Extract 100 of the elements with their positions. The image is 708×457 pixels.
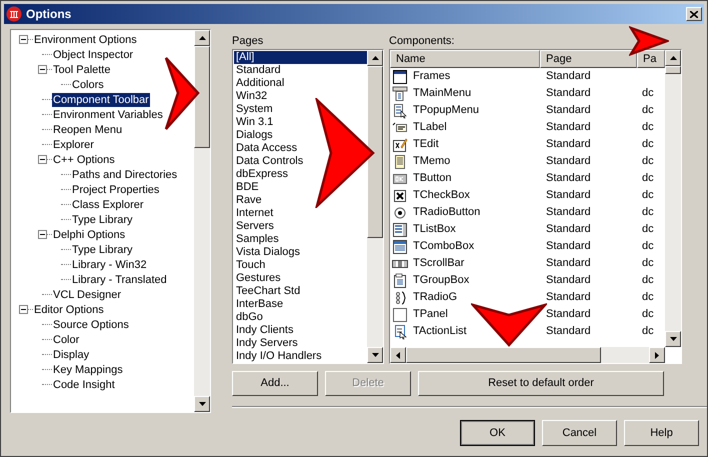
scroll-up-button[interactable] — [194, 30, 210, 46]
tree-item[interactable]: Key Mappings — [52, 362, 124, 376]
triangle-right-icon — [655, 352, 659, 358]
tree-item[interactable]: Colors — [71, 78, 105, 92]
tree-item[interactable]: Delphi Options — [52, 228, 126, 242]
table-cell-text: TEdit — [413, 137, 439, 152]
page-item[interactable]: Data Access — [234, 142, 300, 155]
page-item[interactable]: dbGo — [234, 311, 265, 324]
page-item[interactable]: dbExpress — [234, 168, 290, 181]
component-icon — [392, 188, 408, 204]
table-cell-text: TComboBox — [413, 239, 474, 254]
component-icon — [392, 272, 408, 288]
table-cell: Standard — [546, 138, 591, 150]
page-item[interactable]: BDE — [234, 181, 261, 194]
close-button[interactable] — [686, 7, 702, 21]
collapse-icon[interactable] — [38, 230, 47, 239]
scroll-up-button[interactable] — [367, 50, 383, 66]
tree-item[interactable]: Reopen Menu — [52, 122, 124, 136]
page-item[interactable]: Indy I/O Handlers — [234, 350, 324, 363]
tree-item[interactable]: Object Inspector — [52, 48, 134, 62]
table-cell: Standard — [546, 240, 591, 252]
table-cell: Standard — [546, 172, 591, 184]
table-cell-text: dc — [642, 86, 654, 102]
tree-item[interactable]: Tool Palette — [52, 62, 112, 76]
scroll-thumb[interactable] — [367, 66, 383, 238]
scroll-up-button[interactable] — [665, 50, 681, 66]
action-button[interactable]: Add... — [232, 371, 318, 396]
page-item[interactable]: Dialogs — [234, 129, 275, 142]
scroll-down-button[interactable] — [367, 347, 383, 363]
dialog-button[interactable]: Cancel — [542, 420, 617, 446]
column-header[interactable]: Pa — [637, 50, 665, 68]
tree-item[interactable]: Source Options — [52, 318, 130, 332]
component-icon — [392, 306, 408, 322]
tree-item[interactable]: Environment Variables — [52, 108, 164, 122]
page-item[interactable]: TeeChart Std — [234, 285, 302, 298]
table-cell-text: TLabel — [413, 120, 447, 136]
dialog-button[interactable]: OK — [460, 420, 535, 446]
table-cell-text: dc — [642, 205, 654, 220]
table-cell-text: dc — [642, 324, 654, 340]
page-item[interactable]: Touch — [234, 259, 268, 272]
tree-item[interactable]: Project Properties — [71, 182, 160, 196]
tree-item[interactable]: Code Insight — [52, 378, 116, 392]
triangle-down-icon — [670, 337, 676, 341]
scroll-thumb[interactable] — [406, 347, 601, 363]
tree-item[interactable]: Environment Options — [33, 32, 138, 46]
column-header[interactable]: Name — [390, 50, 540, 68]
page-item[interactable]: Internet — [234, 207, 276, 220]
scroll-right-button[interactable] — [649, 347, 665, 363]
collapse-icon[interactable] — [38, 155, 47, 164]
tree-item[interactable]: Editor Options — [33, 302, 105, 316]
page-item[interactable]: Servers — [234, 220, 276, 233]
page-item[interactable]: System — [234, 103, 275, 116]
tree-item[interactable]: Library - Win32 — [71, 258, 148, 272]
tree-item[interactable]: VCL Designer — [52, 288, 122, 302]
page-item[interactable]: Indy Clients — [234, 324, 296, 337]
triangle-up-icon — [670, 56, 676, 60]
dialog-button[interactable]: Help — [624, 420, 699, 446]
page-item[interactable]: Rave — [234, 194, 264, 207]
tree-item[interactable]: Type Library — [71, 242, 134, 256]
table-cell-text: dc — [642, 273, 654, 288]
action-button[interactable]: Reset to default order — [418, 371, 664, 396]
scroll-down-button[interactable] — [665, 331, 681, 347]
component-icon — [392, 222, 408, 238]
components-label: Components: — [389, 34, 456, 48]
page-item[interactable]: InterBase — [234, 298, 286, 311]
page-item[interactable]: Standard — [234, 64, 283, 77]
table-cell-text: TListBox — [413, 222, 456, 238]
page-item[interactable]: [All] — [234, 51, 367, 64]
tree-item[interactable]: Component Toolbar — [52, 92, 150, 106]
scroll-down-button[interactable] — [194, 396, 210, 412]
tree-item[interactable]: Display — [52, 348, 90, 362]
table-cell: Standard — [546, 223, 591, 236]
page-item[interactable]: Indy Servers — [234, 337, 300, 350]
collapse-icon[interactable] — [38, 65, 47, 74]
collapse-icon[interactable] — [19, 305, 28, 314]
page-item[interactable]: Additional — [234, 77, 286, 90]
triangle-up-icon — [372, 56, 378, 60]
tree-item[interactable]: Explorer — [52, 138, 95, 152]
page-item[interactable]: Vista Dialogs — [234, 246, 302, 259]
column-header[interactable]: Page — [540, 50, 637, 68]
collapse-icon[interactable] — [19, 35, 28, 44]
page-item[interactable]: Gestures — [234, 272, 283, 285]
tree-item[interactable]: Library - Translated — [71, 272, 168, 286]
scroll-left-button[interactable] — [390, 347, 406, 363]
tree-item[interactable]: Class Explorer — [71, 198, 145, 212]
triangle-down-icon — [372, 353, 378, 357]
tree-item[interactable]: Type Library — [71, 212, 134, 226]
table-cell: Standard — [546, 291, 591, 304]
page-item[interactable]: Win32 — [234, 90, 270, 103]
scroll-thumb[interactable] — [665, 66, 681, 74]
page-item[interactable]: Samples — [234, 233, 281, 246]
page-item[interactable]: Data Controls — [234, 155, 306, 168]
table-cell-text: dc — [642, 188, 654, 204]
tree-item[interactable]: C++ Options — [52, 152, 116, 166]
table-cell: Standard — [546, 70, 591, 82]
page-item[interactable]: Win 3.1 — [234, 116, 276, 129]
table-cell-text: TGroupBox — [413, 273, 470, 288]
scroll-thumb[interactable] — [194, 46, 210, 148]
tree-item[interactable]: Paths and Directories — [71, 168, 178, 182]
tree-item[interactable]: Color — [52, 332, 80, 346]
